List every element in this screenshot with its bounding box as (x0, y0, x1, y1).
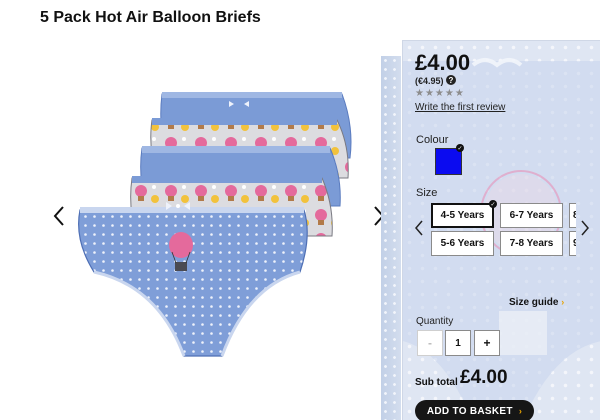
rating-stars: ★★★★★ (415, 88, 465, 99)
purchase-panel: £4.00 (€4.95) ? ★★★★★ Write the first re… (402, 40, 600, 420)
size-next-button[interactable] (578, 217, 592, 239)
price: £4.00 (415, 50, 471, 75)
add-to-basket-label: ADD TO BASKET (426, 405, 513, 417)
colour-label: Colour (416, 134, 449, 146)
size-prev-button[interactable] (412, 217, 426, 239)
write-review-link[interactable]: Write the first review (415, 102, 505, 113)
subtotal-value: £4.00 (460, 367, 508, 388)
product-image[interactable] (72, 86, 362, 366)
size-option-5-6[interactable]: 5-6 Years (431, 231, 494, 256)
euro-price: (€4.95) (415, 76, 444, 86)
chevron-right-icon: › (518, 406, 523, 416)
size-label: Size (416, 187, 438, 199)
quantity-decrease-button[interactable]: - (417, 330, 443, 356)
size-option-7-8[interactable]: 7-8 Years (500, 231, 563, 256)
size-guide-label: Size guide (509, 297, 559, 308)
image-strip-edge (381, 56, 401, 420)
info-icon[interactable]: ? (446, 75, 456, 85)
check-icon: ✓ (489, 200, 497, 208)
quantity-input[interactable] (445, 330, 471, 356)
check-icon: ✓ (456, 144, 464, 152)
quantity-increase-button[interactable]: + (474, 330, 500, 356)
size-option-6-7[interactable]: 6-7 Years (500, 203, 563, 228)
size-options: 4-5 Years ✓ 6-7 Years 8 5-6 Years 7-8 Ye… (430, 200, 576, 258)
subtotal-label: Sub total (415, 377, 458, 388)
gallery-prev-button[interactable] (48, 201, 70, 231)
quantity-label: Quantity (416, 316, 454, 327)
size-guide-link[interactable]: Size guide › (509, 297, 564, 308)
chevron-left-icon (53, 206, 64, 226)
add-to-basket-button[interactable]: ADD TO BASKET › (415, 400, 534, 420)
product-title: 5 Pack Hot Air Balloon Briefs (40, 9, 261, 26)
chevron-right-icon: › (561, 297, 565, 307)
colour-swatch-blue[interactable] (435, 148, 462, 175)
chevron-right-icon (581, 220, 589, 236)
chevron-left-icon (415, 220, 423, 236)
size-option-partial[interactable]: 8 (569, 203, 576, 228)
size-option-4-5[interactable]: 4-5 Years (431, 203, 494, 228)
size-option-partial[interactable]: 9 (569, 231, 576, 256)
